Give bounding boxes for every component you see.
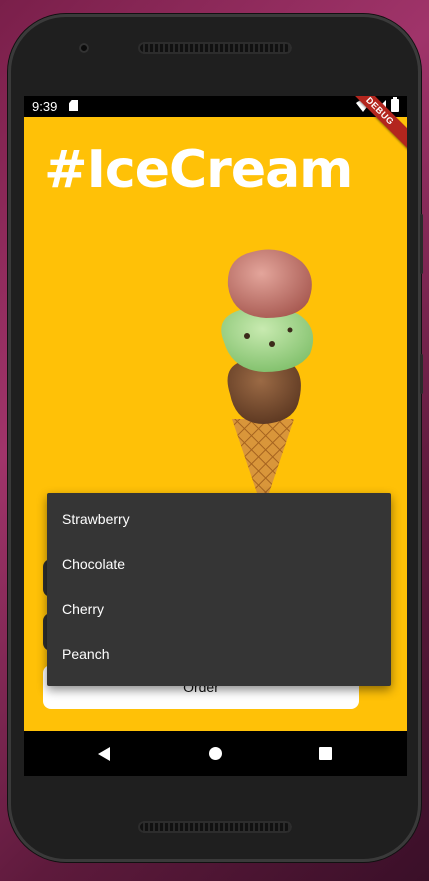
recents-icon[interactable] <box>319 747 332 760</box>
ice-cream-image <box>221 249 314 496</box>
menu-item-chocolate[interactable]: Chocolate <box>47 542 391 587</box>
menu-item-peach[interactable]: Peanch <box>47 632 391 677</box>
status-bar: 9:39 <box>24 96 407 117</box>
flavor-dropdown-menu: Strawberry Chocolate Cherry Peanch <box>47 493 391 686</box>
navigation-bar <box>24 731 407 776</box>
front-camera <box>79 43 89 53</box>
page-title: #IceCream <box>44 140 353 200</box>
home-icon[interactable] <box>209 747 222 760</box>
bottom-speaker <box>138 821 292 833</box>
screen: 9:39 DEBUG #IceCream Order Strawberry Ch… <box>24 96 407 776</box>
battery-icon <box>391 97 399 112</box>
power-button[interactable] <box>420 354 423 394</box>
menu-item-cherry[interactable]: Cherry <box>47 587 391 632</box>
back-icon[interactable] <box>98 747 110 761</box>
top-speaker <box>138 42 292 54</box>
sd-card-icon <box>69 100 78 111</box>
volume-button[interactable] <box>420 214 423 274</box>
status-time: 9:39 <box>32 99 58 114</box>
menu-item-strawberry[interactable]: Strawberry <box>47 497 391 542</box>
